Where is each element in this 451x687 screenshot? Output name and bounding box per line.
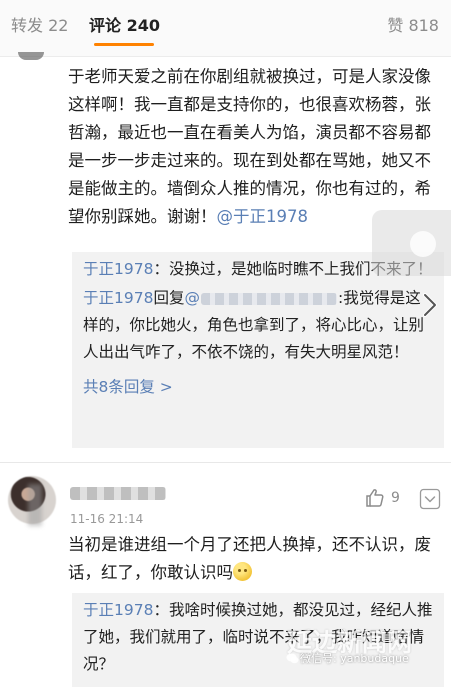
chevron-right-icon[interactable] — [420, 292, 440, 318]
mention-link[interactable]: @于正1978 — [217, 207, 309, 226]
wechat-icon — [286, 653, 299, 664]
reply-thread: 于正1978：没换过，是她临时瞧不上我们不来了！ 于正1978回复@:我觉得是这… — [72, 252, 444, 448]
comment-divider — [0, 462, 451, 463]
like-count: 9 — [391, 490, 400, 506]
comment-body: 于老师天爱之前在你剧组就被换过，可是人家没像这样啊！我一直都是支持你的，也很喜欢… — [68, 67, 431, 226]
comment-tabs: 转发 22 评论 240 赞 818 — [0, 0, 451, 57]
reply-author[interactable]: 于正1978 — [83, 260, 153, 278]
more-replies-link[interactable]: 共8条回复 > — [83, 374, 173, 400]
tab-comments[interactable]: 评论 240 — [89, 16, 160, 36]
avatar-blur-mask — [28, 484, 42, 526]
reply-author[interactable]: 于正1978 — [83, 289, 153, 307]
watermark-wechat-id: 微信号: yanbudaque — [300, 652, 409, 665]
chevron-down-icon[interactable] — [419, 488, 441, 510]
avatar-fragment — [18, 52, 44, 60]
tab-reposts[interactable]: 转发 22 — [11, 16, 68, 36]
blurred-commenter-name[interactable] — [70, 487, 166, 500]
tab-likes[interactable]: 赞 818 — [387, 16, 439, 36]
reply-author[interactable]: 于正1978 — [83, 601, 153, 619]
blurred-username — [200, 292, 337, 305]
reply-target-mention[interactable]: @ — [184, 289, 200, 307]
comment-text: 当初是谁进组一个月了还把人换掉，还不认识，废话，红了，你敢认识吗 — [68, 531, 444, 587]
thumbs-up-icon — [366, 489, 384, 507]
comment-timestamp: 11-16 21:14 — [70, 512, 144, 526]
emoji-icon — [233, 562, 252, 581]
reply-word: 回复 — [153, 289, 185, 307]
floating-button-dot — [410, 231, 436, 257]
comment-text: 于老师天爱之前在你剧组就被换过，可是人家没像这样啊！我一直都是支持你的，也很喜欢… — [68, 63, 444, 231]
active-tab-indicator — [94, 43, 154, 46]
reply-item[interactable]: 于正1978回复@:我觉得是这样的，你比她火，角色也拿到了，将心比心，让别人出出… — [83, 285, 433, 366]
